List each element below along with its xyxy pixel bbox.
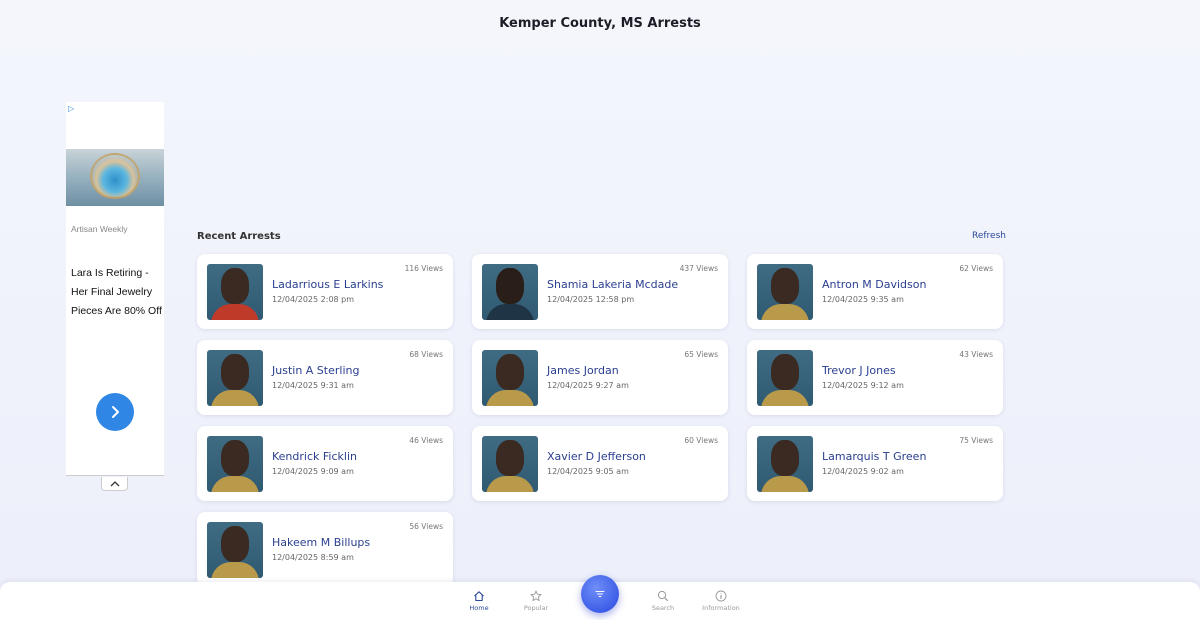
nav-information[interactable]: Information — [696, 590, 746, 612]
nav-search[interactable]: Search — [638, 590, 688, 612]
view-count: 46 Views — [409, 436, 443, 445]
view-count: 56 Views — [409, 522, 443, 531]
arrestee-name: Lamarquis T Green — [822, 450, 927, 463]
nav-information-label: Information — [702, 604, 740, 612]
advertisement[interactable]: ▷ Artisan Weekly Lara Is Retiring - Her … — [66, 102, 164, 476]
arrestee-name: Trevor J Jones — [822, 364, 896, 377]
view-count: 43 Views — [959, 350, 993, 359]
mugshot-shirt — [211, 390, 259, 406]
nav-home[interactable]: Home — [454, 590, 504, 612]
ad-image[interactable] — [66, 149, 164, 206]
arrest-card[interactable]: Hakeem M Billups 12/04/2025 8:59 am 56 V… — [197, 512, 453, 587]
mugshot-head — [496, 268, 524, 304]
search-icon — [657, 590, 669, 602]
arrest-date: 12/04/2025 9:12 am — [822, 381, 904, 390]
arrest-card[interactable]: Justin A Sterling 12/04/2025 9:31 am 68 … — [197, 340, 453, 415]
arrest-date: 12/04/2025 9:02 am — [822, 467, 904, 476]
arrestee-name: Kendrick Ficklin — [272, 450, 357, 463]
mugshot-shirt — [486, 304, 534, 320]
mugshot — [207, 436, 263, 492]
arrest-date: 12/04/2025 12:58 pm — [547, 295, 635, 304]
arrest-date: 12/04/2025 8:59 am — [272, 553, 354, 562]
arrest-card[interactable]: Antron M Davidson 12/04/2025 9:35 am 62 … — [747, 254, 1003, 329]
arrestee-name: Antron M Davidson — [822, 278, 927, 291]
mugshot-head — [496, 440, 524, 476]
arrestee-name: Ladarrious E Larkins — [272, 278, 384, 291]
filter-icon — [595, 591, 605, 597]
arrest-card[interactable]: Trevor J Jones 12/04/2025 9:12 am 43 Vie… — [747, 340, 1003, 415]
ad-brand: Artisan Weekly — [71, 224, 128, 234]
home-icon — [474, 591, 484, 602]
mugshot — [482, 436, 538, 492]
arrestee-name: James Jordan — [547, 364, 619, 377]
mugshot — [482, 350, 538, 406]
view-count: 65 Views — [684, 350, 718, 359]
nav-popular[interactable]: Popular — [511, 590, 561, 612]
nav-home-label: Home — [469, 604, 489, 612]
arrest-card[interactable]: Shamia Lakeria Mcdade 12/04/2025 12:58 p… — [472, 254, 728, 329]
mugshot — [757, 436, 813, 492]
mugshot-head — [496, 354, 524, 390]
refresh-link[interactable]: Refresh — [972, 231, 1006, 241]
arrest-card[interactable]: Lamarquis T Green 12/04/2025 9:02 am 75 … — [747, 426, 1003, 501]
mugshot — [757, 264, 813, 320]
mugshot-shirt — [486, 476, 534, 492]
section-title: Recent Arrests — [197, 231, 281, 242]
info-icon — [715, 590, 727, 602]
filter-button[interactable] — [581, 575, 619, 613]
mugshot-head — [771, 440, 799, 476]
mugshot — [207, 350, 263, 406]
chevron-right-icon — [112, 406, 119, 418]
arrest-date: 12/04/2025 9:27 am — [547, 381, 629, 390]
arrest-date: 12/04/2025 9:09 am — [272, 467, 354, 476]
chevron-up-icon — [110, 481, 119, 487]
nav-popular-label: Popular — [523, 604, 549, 612]
arrest-date: 12/04/2025 2:08 pm — [272, 295, 355, 304]
mugshot-shirt — [486, 390, 534, 406]
arrest-card[interactable]: Kendrick Ficklin 12/04/2025 9:09 am 46 V… — [197, 426, 453, 501]
mugshot-head — [221, 354, 249, 390]
view-count: 116 Views — [404, 264, 443, 273]
ad-choices-icon[interactable]: ▷ — [68, 104, 74, 113]
arrest-date: 12/04/2025 9:35 am — [822, 295, 904, 304]
arrest-card[interactable]: Ladarrious E Larkins 12/04/2025 2:08 pm … — [197, 254, 453, 329]
mugshot — [207, 522, 263, 578]
arrestee-name: Shamia Lakeria Mcdade — [547, 278, 679, 291]
mugshot-head — [221, 440, 249, 476]
mugshot — [757, 350, 813, 406]
star-icon — [530, 590, 542, 602]
mugshot-shirt — [211, 304, 259, 320]
page-title: Kemper County, MS Arrests — [499, 16, 701, 31]
ad-wave-jewelry-image — [90, 153, 140, 199]
mugshot-head — [221, 526, 249, 562]
view-count: 75 Views — [959, 436, 993, 445]
mugshot-shirt — [761, 390, 809, 406]
view-count: 62 Views — [959, 264, 993, 273]
ad-arrow-button[interactable] — [96, 393, 134, 431]
view-count: 68 Views — [409, 350, 443, 359]
arrestee-name: Hakeem M Billups — [272, 536, 371, 549]
arrest-date: 12/04/2025 9:31 am — [272, 381, 354, 390]
arrests-grid: Ladarrious E Larkins 12/04/2025 2:08 pm … — [197, 254, 1003, 587]
mugshot — [482, 264, 538, 320]
arrest-date: 12/04/2025 9:05 am — [547, 467, 629, 476]
arrest-card[interactable]: James Jordan 12/04/2025 9:27 am 65 Views — [472, 340, 728, 415]
mugshot-head — [771, 354, 799, 390]
mugshot-shirt — [761, 476, 809, 492]
mugshot-head — [771, 268, 799, 304]
mugshot-head — [221, 268, 249, 304]
view-count: 437 Views — [679, 264, 718, 273]
nav-search-label: Search — [651, 604, 675, 612]
ad-collapse-button[interactable] — [101, 477, 128, 491]
ad-headline[interactable]: Lara Is Retiring - Her Final Jewelry Pie… — [71, 264, 163, 321]
arrestee-name: Xavier D Jefferson — [547, 450, 646, 463]
mugshot-shirt — [211, 476, 259, 492]
view-count: 60 Views — [684, 436, 718, 445]
mugshot-shirt — [211, 562, 259, 578]
mugshot-shirt — [761, 304, 809, 320]
mugshot — [207, 264, 263, 320]
arrestee-name: Justin A Sterling — [272, 364, 360, 377]
arrest-card[interactable]: Xavier D Jefferson 12/04/2025 9:05 am 60… — [472, 426, 728, 501]
